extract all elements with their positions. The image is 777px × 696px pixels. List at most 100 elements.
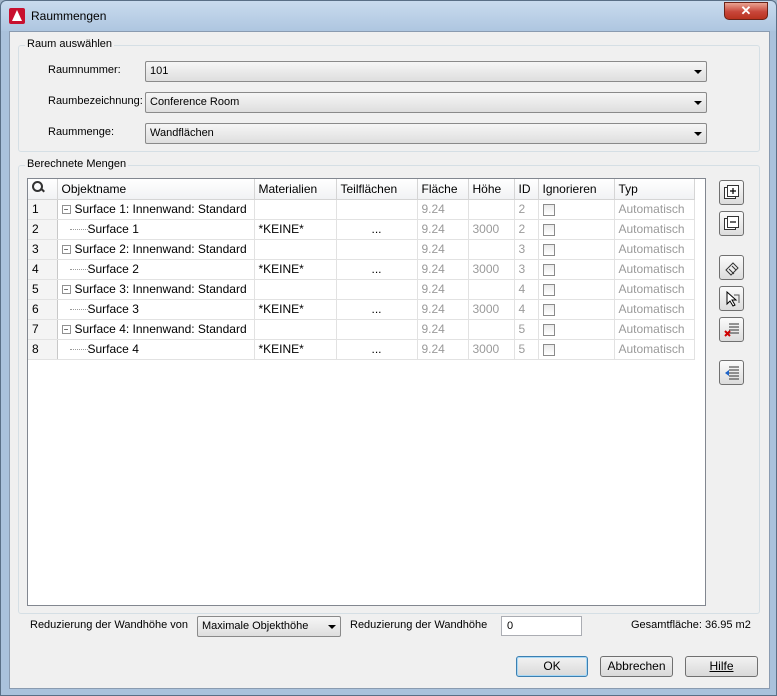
tree-connector-icon: [69, 229, 88, 231]
ignore-checkbox[interactable]: [542, 263, 555, 276]
column-header-id[interactable]: ID: [514, 179, 539, 200]
id-cell: 3: [514, 259, 539, 280]
row-number: 1: [28, 199, 58, 220]
object-name-cell[interactable]: − Surface 2: Innenwand: Standard: [57, 239, 255, 260]
object-name: Surface 2: Innenwand: Standard: [74, 242, 247, 256]
raummenge-select[interactable]: Wandflächen: [145, 123, 707, 144]
material-cell[interactable]: *KEINE*: [254, 259, 337, 280]
column-header-typ[interactable]: Typ: [614, 179, 695, 200]
raum-group: Raum auswählen Raumnummer: 101 Raumbezei…: [18, 38, 760, 152]
material-cell[interactable]: [254, 279, 337, 300]
collapse-icon[interactable]: −: [61, 205, 71, 215]
table-row[interactable]: 4 Surface 2 *KEINE*... 9.24 3000 3 Automatisch: [28, 259, 695, 280]
raumnummer-select[interactable]: 101: [145, 61, 707, 82]
teilflaechen-cell[interactable]: ...: [336, 299, 418, 320]
ignore-checkbox[interactable]: [542, 243, 555, 256]
teilflaechen-cell[interactable]: [336, 319, 418, 340]
column-header-teilflaechen[interactable]: Teilflächen: [336, 179, 418, 200]
raum-group-label: Raum auswählen: [25, 38, 114, 50]
ignore-checkbox[interactable]: [542, 343, 555, 356]
ignorieren-cell: [538, 199, 615, 220]
id-cell: 2: [514, 219, 539, 240]
material-cell[interactable]: *KEINE*: [254, 299, 337, 320]
table-row[interactable]: 3− Surface 2: Innenwand: Standard 9.24 3 Aut…: [28, 239, 695, 260]
object-name-cell[interactable]: − Surface 1: Innenwand: Standard: [57, 199, 255, 220]
ignore-checkbox[interactable]: [542, 303, 555, 316]
teilflaechen-cell[interactable]: ...: [336, 259, 418, 280]
object-name-cell[interactable]: − Surface 3: Innenwand: Standard: [57, 279, 255, 300]
teilflaechen-cell[interactable]: [336, 199, 418, 220]
ignore-checkbox[interactable]: [542, 323, 555, 336]
typ-cell: Automatisch: [614, 259, 695, 280]
help-button[interactable]: Hilfe: [685, 656, 758, 677]
expand-all-button[interactable]: [719, 180, 744, 205]
export-button[interactable]: [719, 360, 744, 385]
pick-button[interactable]: [719, 255, 744, 280]
collapse-icon[interactable]: −: [61, 325, 71, 335]
cancel-button[interactable]: Abbrechen: [600, 656, 673, 677]
expand-all-icon: [724, 185, 739, 199]
search-column-header[interactable]: [28, 179, 58, 200]
column-header-materialien[interactable]: Materialien: [254, 179, 337, 200]
select-objects-button[interactable]: [719, 286, 744, 311]
table-row[interactable]: 8 Surface 4 *KEINE*... 9.24 3000 5 Automatisch: [28, 339, 695, 360]
raumbezeichnung-select[interactable]: Conference Room: [145, 92, 707, 113]
column-header-ignorieren[interactable]: Ignorieren: [538, 179, 615, 200]
total-area-label: Gesamtfläche: 36.95 m2: [631, 619, 751, 631]
material-cell[interactable]: [254, 319, 337, 340]
object-name-cell[interactable]: − Surface 4: Innenwand: Standard: [57, 319, 255, 340]
remove-icon: [724, 323, 739, 337]
flaeche-cell: 9.24: [417, 279, 469, 300]
table-row[interactable]: 5− Surface 3: Innenwand: Standard 9.24 4 Aut…: [28, 279, 695, 300]
teilflaechen-cell[interactable]: ...: [336, 219, 418, 240]
row-number: 2: [28, 219, 58, 240]
material-cell[interactable]: *KEINE*: [254, 339, 337, 360]
object-name-cell[interactable]: Surface 1: [57, 219, 255, 240]
row-number: 4: [28, 259, 58, 280]
ignore-checkbox[interactable]: [542, 203, 555, 216]
ok-button[interactable]: OK: [516, 656, 588, 677]
collapse-icon[interactable]: −: [61, 285, 71, 295]
collapse-icon[interactable]: −: [61, 245, 71, 255]
hoehe-cell: 3000: [468, 339, 515, 360]
tree-connector-icon: [69, 349, 88, 351]
collapse-all-button[interactable]: [719, 211, 744, 236]
wall-height-reduction-input[interactable]: 0: [501, 616, 582, 636]
wall-height-reduction-from-value: Maximale Objekthöhe: [202, 620, 309, 632]
teilflaechen-cell[interactable]: ...: [336, 339, 418, 360]
material-cell[interactable]: *KEINE*: [254, 219, 337, 240]
object-name-cell[interactable]: Surface 3: [57, 299, 255, 320]
flaeche-cell: 9.24: [417, 319, 469, 340]
hoehe-cell: [468, 319, 515, 340]
dialog-window: Raummengen ✕ Raum auswählen Raumnummer: …: [0, 0, 777, 696]
remove-button[interactable]: [719, 317, 744, 342]
quantities-grid[interactable]: Objektname Materialien Teilflächen Fläch…: [27, 178, 706, 606]
table-row[interactable]: 7− Surface 4: Innenwand: Standard 9.24 5 Aut…: [28, 319, 695, 340]
help-button-label: Hilfe: [709, 659, 734, 673]
close-button[interactable]: ✕: [724, 2, 768, 20]
material-cell[interactable]: [254, 199, 337, 220]
table-row[interactable]: 6 Surface 3 *KEINE*... 9.24 3000 4 Automatisch: [28, 299, 695, 320]
ignorieren-cell: [538, 299, 615, 320]
object-name-cell[interactable]: Surface 4: [57, 339, 255, 360]
grid-header-row: Objektname Materialien Teilflächen Fläch…: [28, 179, 695, 200]
object-name-cell[interactable]: Surface 2: [57, 259, 255, 280]
ignore-checkbox[interactable]: [542, 283, 555, 296]
wall-height-reduction-label: Reduzierung der Wandhöhe: [350, 619, 488, 631]
wall-height-reduction-from-select[interactable]: Maximale Objekthöhe: [197, 616, 341, 637]
table-row[interactable]: 1− Surface 1: Innenwand: Standard 9.24 2 Aut…: [28, 199, 695, 220]
material-cell[interactable]: [254, 239, 337, 260]
hoehe-cell: 3000: [468, 219, 515, 240]
column-header-hoehe[interactable]: Höhe: [468, 179, 515, 200]
table-row[interactable]: 2 Surface 1 *KEINE*... 9.24 3000 2 Automatisch: [28, 219, 695, 240]
title-bar[interactable]: Raummengen ✕: [1, 1, 776, 31]
column-header-flaeche[interactable]: Fläche: [417, 179, 469, 200]
ignore-checkbox[interactable]: [542, 223, 555, 236]
object-name: Surface 1: Innenwand: Standard: [74, 202, 247, 216]
column-header-objektname[interactable]: Objektname: [57, 179, 255, 200]
typ-cell: Automatisch: [614, 199, 695, 220]
hoehe-cell: 3000: [468, 259, 515, 280]
teilflaechen-cell[interactable]: [336, 239, 418, 260]
teilflaechen-cell[interactable]: [336, 279, 418, 300]
raummenge-label: Raummenge:: [48, 126, 115, 138]
